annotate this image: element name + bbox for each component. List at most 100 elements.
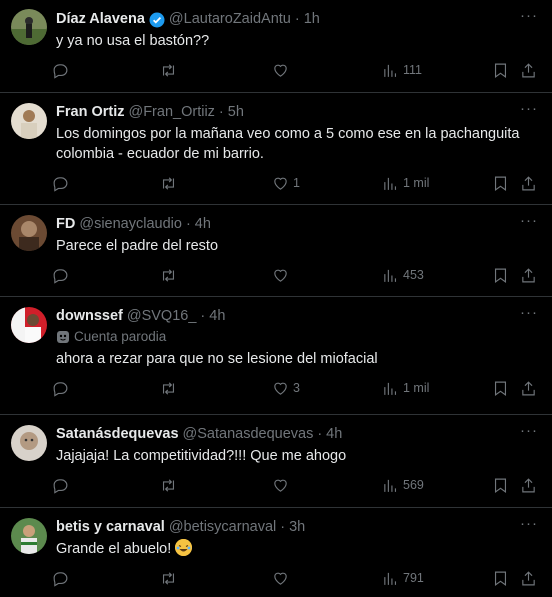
share-button[interactable] <box>520 568 537 588</box>
views-button[interactable]: 111 <box>382 60 422 80</box>
tweet-text-container: Grande el abuelo! <box>56 539 540 559</box>
like-button[interactable] <box>272 475 293 495</box>
view-count: 569 <box>403 478 424 492</box>
bookmark-button[interactable] <box>492 173 509 193</box>
like-button[interactable] <box>272 60 293 80</box>
reply-icon <box>53 268 68 284</box>
avatar[interactable] <box>11 103 47 139</box>
tweet[interactable]: Satanásdequevas @Satanasdequevas · 4h ··… <box>0 415 552 508</box>
separator-dot: · <box>317 426 323 442</box>
avatar[interactable] <box>11 215 47 251</box>
bookmark-button[interactable] <box>492 475 509 495</box>
share-icon <box>522 570 535 585</box>
view-count: 453 <box>403 268 424 282</box>
share-button[interactable] <box>520 173 537 193</box>
like-button[interactable]: 1 <box>272 173 300 193</box>
tweet[interactable]: Fran Ortiz @Fran_Ortiiz · 5h ··· Los dom… <box>0 93 552 205</box>
views-chart-icon <box>384 382 397 395</box>
more-options-icon[interactable]: ··· <box>520 423 538 438</box>
author-name[interactable]: downssef <box>56 307 123 326</box>
avatar[interactable] <box>11 9 47 45</box>
share-icon <box>522 380 535 395</box>
views-button[interactable]: 1 mil <box>382 378 429 398</box>
tweet-text: y ya no usa el bastón?? <box>56 33 210 49</box>
retweet-button[interactable] <box>160 378 177 398</box>
tweet-text: Grande el abuelo! <box>56 541 172 557</box>
reply-button[interactable] <box>52 173 69 193</box>
bookmark-button[interactable] <box>492 378 509 398</box>
reply-button[interactable] <box>52 60 69 80</box>
more-options-icon[interactable]: ··· <box>520 8 538 23</box>
more-options-icon[interactable]: ··· <box>520 213 538 228</box>
retweet-icon <box>162 571 175 585</box>
retweet-button[interactable] <box>160 568 177 588</box>
retweet-button[interactable] <box>160 60 177 80</box>
separator-dot: · <box>280 519 286 535</box>
avatar[interactable] <box>11 307 47 343</box>
views-chart-icon <box>384 177 397 190</box>
retweet-icon <box>162 478 175 492</box>
more-options-icon[interactable]: ··· <box>520 516 538 531</box>
timestamp[interactable]: 4h <box>195 215 211 234</box>
tweet-text: ahora a rezar para que no se lesione del… <box>56 351 378 367</box>
bookmark-button[interactable] <box>492 568 509 588</box>
retweet-icon <box>162 63 175 77</box>
author-name[interactable]: Fran Ortiz <box>56 103 124 122</box>
tweet[interactable]: FD @sienayclaudio · 4h ··· Parece el pad… <box>0 205 552 297</box>
timestamp[interactable]: 4h <box>326 425 342 444</box>
avatar[interactable] <box>11 518 47 554</box>
separator-dot: · <box>185 216 191 232</box>
more-options-icon[interactable]: ··· <box>520 101 538 116</box>
retweet-button[interactable] <box>160 173 177 193</box>
tweet-actions: 1 1 mil <box>52 164 540 202</box>
author-handle[interactable]: @SVQ16_ <box>127 307 197 326</box>
tweet[interactable]: downssef @SVQ16_ · 4h ··· Cuenta parodia… <box>0 297 552 415</box>
reply-icon <box>53 381 68 397</box>
author-handle[interactable]: @LautaroZaidAntu <box>169 10 291 29</box>
bookmark-icon <box>494 268 507 283</box>
laughing-emoji-icon <box>175 539 193 556</box>
reply-button[interactable] <box>52 265 69 285</box>
views-button[interactable]: 1 mil <box>382 173 429 193</box>
avatar[interactable] <box>11 425 47 461</box>
author-handle[interactable]: @Satanasdequevas <box>183 425 314 444</box>
reply-icon <box>53 176 68 192</box>
author-handle[interactable]: @Fran_Ortiiz <box>128 103 214 122</box>
retweet-button[interactable] <box>160 265 177 285</box>
author-handle[interactable]: @betisycarnaval <box>169 518 276 537</box>
reply-button[interactable] <box>52 475 69 495</box>
author-name[interactable]: Díaz Alavena <box>56 10 145 29</box>
views-button[interactable]: 791 <box>382 568 424 588</box>
tweet[interactable]: Díaz Alavena @LautaroZaidAntu · 1h ··· y… <box>0 0 552 93</box>
tweet[interactable]: betis y carnaval @betisycarnaval · 3h ··… <box>0 508 552 592</box>
tweet-header: Díaz Alavena @LautaroZaidAntu · 1h <box>56 10 540 29</box>
author-handle[interactable]: @sienayclaudio <box>79 215 182 234</box>
retweet-button[interactable] <box>160 475 177 495</box>
like-button[interactable] <box>272 568 293 588</box>
share-button[interactable] <box>520 378 537 398</box>
reply-button[interactable] <box>52 568 69 588</box>
author-name[interactable]: betis y carnaval <box>56 518 165 537</box>
share-button[interactable] <box>520 475 537 495</box>
views-button[interactable]: 453 <box>382 265 424 285</box>
views-button[interactable]: 569 <box>382 475 424 495</box>
heart-icon <box>274 382 287 395</box>
author-name[interactable]: FD <box>56 215 75 234</box>
timestamp[interactable]: 4h <box>209 307 225 326</box>
timestamp[interactable]: 3h <box>289 518 305 537</box>
author-name[interactable]: Satanásdequevas <box>56 425 179 444</box>
timestamp[interactable]: 5h <box>228 103 244 122</box>
heart-icon <box>274 479 287 492</box>
view-count: 111 <box>403 63 423 77</box>
bookmark-button[interactable] <box>492 60 509 80</box>
bookmark-button[interactable] <box>492 265 509 285</box>
more-options-icon[interactable]: ··· <box>520 305 538 320</box>
share-button[interactable] <box>520 265 537 285</box>
like-button[interactable] <box>272 265 293 285</box>
like-button[interactable]: 3 <box>272 378 300 398</box>
timestamp[interactable]: 1h <box>304 10 320 29</box>
heart-icon <box>274 177 287 190</box>
share-button[interactable] <box>520 60 537 80</box>
view-count: 1 mil <box>403 176 430 190</box>
reply-button[interactable] <box>52 378 69 398</box>
